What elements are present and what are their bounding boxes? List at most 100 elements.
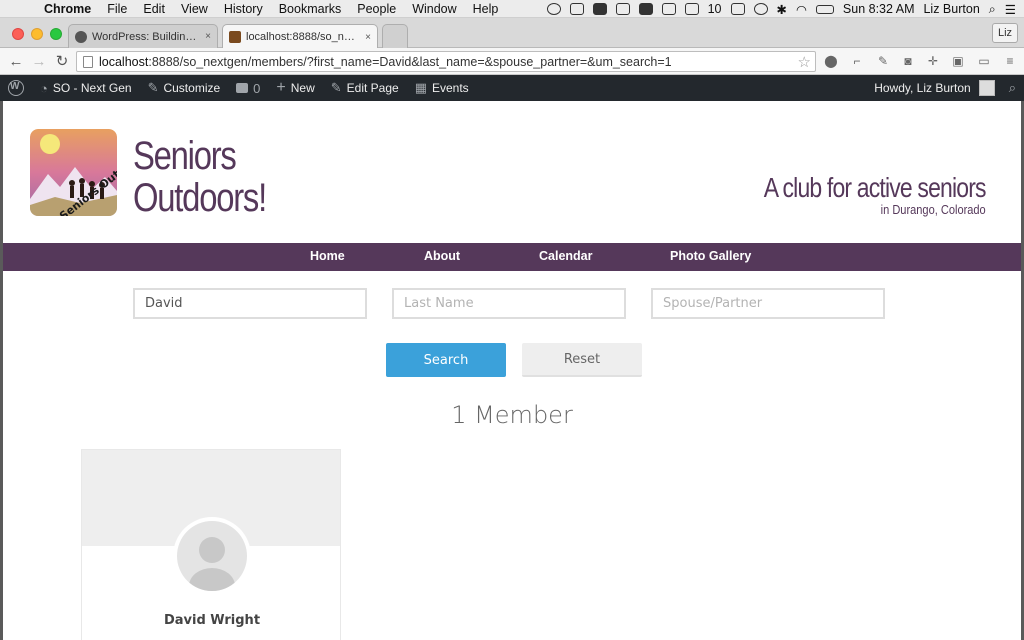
window-close-button[interactable] xyxy=(12,28,24,40)
wp-comments-count: 0 xyxy=(253,80,261,96)
dashboard-icon[interactable] xyxy=(661,3,676,15)
adobe-icon[interactable] xyxy=(684,3,699,15)
new-tab-button[interactable] xyxy=(382,24,408,48)
wp-new-label: New xyxy=(290,81,315,95)
site-tagline: A club for active seniors in Durango, Co… xyxy=(715,172,987,217)
site-title-line-1: Seniors xyxy=(133,134,237,178)
member-count-heading: 1 Member xyxy=(451,401,573,429)
site-title-line-2: Outdoors! xyxy=(133,176,267,220)
paintbrush-icon: ✎ xyxy=(147,80,159,95)
dashboard-gauge-icon: ◔ xyxy=(40,80,48,96)
reload-icon[interactable]: ↻ xyxy=(52,51,72,71)
adobe-count: 10 xyxy=(707,2,722,16)
extension-tool-icon[interactable]: ⌐ xyxy=(850,54,864,68)
menu-app-chrome[interactable]: Chrome xyxy=(36,2,99,16)
address-bar[interactable]: localhost:8888/so_nextgen/members/?first… xyxy=(76,51,816,72)
wp-howdy-account-menu[interactable]: Howdy, Liz Burton xyxy=(874,81,971,95)
eyedropper-icon[interactable]: ✎ xyxy=(876,54,890,68)
reset-button[interactable]: Reset xyxy=(522,343,642,377)
wp-comments-link[interactable]: 0 xyxy=(228,75,268,101)
nav-photo-gallery[interactable]: Photo Gallery xyxy=(670,249,751,263)
tagline-main: A club for active seniors xyxy=(764,172,987,203)
plus-icon: + xyxy=(276,79,286,96)
site-title[interactable]: Seniors Outdoors! xyxy=(133,134,267,220)
tagline-location: in Durango, Colorado xyxy=(880,202,986,217)
calendar-icon: ▦ xyxy=(414,80,427,95)
wp-events-label: Events xyxy=(432,81,469,95)
menu-window[interactable]: Window xyxy=(404,2,464,16)
camera-icon[interactable]: ◙ xyxy=(901,54,915,68)
nav-calendar[interactable]: Calendar xyxy=(539,249,593,263)
extension-pin-icon[interactable]: ⬤ xyxy=(824,54,838,68)
wp-new-content-menu[interactable]: + New xyxy=(268,75,322,101)
wp-edit-page-link[interactable]: ✎ Edit Page xyxy=(323,75,407,101)
tab-localhost-members[interactable]: localhost:8888/so_nextgen × xyxy=(222,24,378,49)
user-avatar-icon[interactable] xyxy=(978,80,995,96)
clock[interactable]: Sun 8:32 AM xyxy=(843,2,915,16)
site-page: Seniors Outdoors! Seniors Outdoors! A cl… xyxy=(3,101,1021,640)
menu-view[interactable]: View xyxy=(173,2,216,16)
menu-edit[interactable]: Edit xyxy=(135,2,173,16)
wordpress-logo-icon xyxy=(8,80,24,96)
messages-icon[interactable] xyxy=(569,3,584,15)
menu-file[interactable]: File xyxy=(99,2,135,16)
first-name-input[interactable] xyxy=(133,288,367,319)
wordpress-favicon-icon xyxy=(75,30,87,43)
bookmark-star-icon[interactable]: ☆ xyxy=(798,53,811,71)
profile-button[interactable]: Liz xyxy=(992,23,1018,43)
tab-wordpress-building-themes[interactable]: WordPress: Building Theme × xyxy=(68,24,218,48)
hiking-boot-favicon-icon xyxy=(229,31,241,43)
window-minimize-button[interactable] xyxy=(31,28,43,40)
chrome-menu-icon[interactable]: ≡ xyxy=(1003,54,1017,68)
wp-site-name: SO - Next Gen xyxy=(52,81,132,95)
nav-about[interactable]: About xyxy=(424,249,460,263)
tab-title: localhost:8888/so_nextgen xyxy=(246,31,360,43)
macos-menu-bar: Chrome File Edit View History Bookmarks … xyxy=(0,0,1024,18)
url-text[interactable]: localhost:8888/so_nextgen/members/?first… xyxy=(99,55,672,69)
wp-admin-bar-right: Howdy, Liz Burton ⌕ xyxy=(874,75,1024,101)
wp-logo-menu[interactable] xyxy=(0,75,32,101)
member-profile-photo[interactable] xyxy=(173,517,251,595)
menu-people[interactable]: People xyxy=(349,2,404,16)
wp-events-menu[interactable]: ▦ Events xyxy=(407,75,477,101)
tab-close-icon[interactable]: × xyxy=(205,31,211,42)
default-avatar-icon xyxy=(177,521,247,591)
nav-home[interactable]: Home xyxy=(310,249,345,263)
ruler-crosshair-icon[interactable]: ✛ xyxy=(926,54,940,68)
evernote-icon[interactable] xyxy=(615,3,630,15)
airplay-icon[interactable] xyxy=(730,3,745,15)
main-navigation: Home About Calendar Photo Gallery xyxy=(3,243,1021,271)
battery-icon[interactable] xyxy=(815,4,834,14)
back-arrow-icon[interactable]: ← xyxy=(6,51,26,71)
user-name[interactable]: Liz Burton xyxy=(923,2,979,16)
location-icon[interactable] xyxy=(546,3,561,15)
wp-site-name-menu[interactable]: ◔ SO - Next Gen xyxy=(32,75,140,101)
menu-bar-status-area: 10 ✱ ◠ Sun 8:32 AM Liz Burton ⌕ ☰ xyxy=(546,0,1024,18)
window-zoom-button[interactable] xyxy=(50,28,62,40)
menu-bookmarks[interactable]: Bookmarks xyxy=(271,2,350,16)
site-logo[interactable]: Seniors Outdoors! xyxy=(30,129,117,216)
spotlight-search-icon[interactable]: ⌕ xyxy=(989,2,996,17)
clipboard-icon[interactable] xyxy=(638,3,653,15)
browser-toolbar: ← → ↻ localhost:8888/so_nextgen/members/… xyxy=(0,48,1024,75)
search-button[interactable]: Search xyxy=(386,343,506,377)
time-machine-icon[interactable] xyxy=(753,3,768,15)
search-icon[interactable]: ⌕ xyxy=(1009,80,1016,96)
wp-customize-label: Customize xyxy=(163,81,221,95)
spouse-partner-input[interactable] xyxy=(651,288,885,319)
last-name-input[interactable] xyxy=(392,288,626,319)
tab-close-icon[interactable]: × xyxy=(365,32,371,43)
bluetooth-icon[interactable]: ✱ xyxy=(777,2,787,17)
page-info-icon[interactable] xyxy=(83,55,93,68)
menu-help[interactable]: Help xyxy=(465,2,507,16)
extension-square-icon[interactable]: ▣ xyxy=(951,54,965,68)
extension-window-icon[interactable]: ▭ xyxy=(977,54,991,68)
wp-customize-link[interactable]: ✎ Customize xyxy=(140,75,229,101)
member-name-link[interactable]: David Wright xyxy=(82,613,340,628)
forward-arrow-icon[interactable]: → xyxy=(29,51,49,71)
wifi-icon[interactable]: ◠ xyxy=(796,2,807,17)
member-card[interactable]: David Wright xyxy=(81,449,341,640)
dropbox-icon[interactable] xyxy=(592,3,607,15)
menu-history[interactable]: History xyxy=(216,2,271,16)
notification-center-icon[interactable]: ☰ xyxy=(1005,2,1016,17)
